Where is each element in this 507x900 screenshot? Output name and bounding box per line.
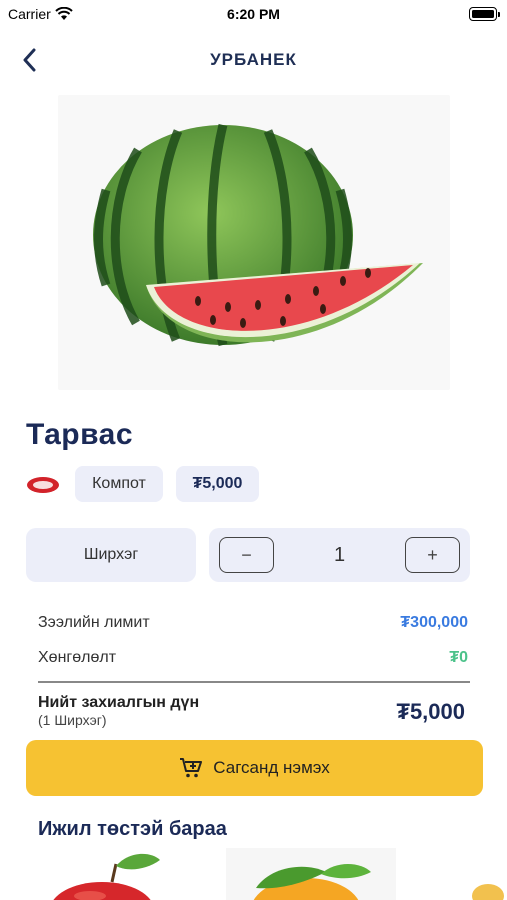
similar-products-title: Ижил төстэй бараа	[38, 818, 227, 840]
fruit-image	[472, 884, 504, 900]
discount-label: Хөнгөлөлт	[38, 649, 117, 666]
brand-logo	[27, 477, 59, 493]
battery-icon	[469, 7, 500, 21]
category-chip[interactable]: Компот	[75, 466, 163, 502]
status-time: 6:20 PM	[227, 6, 280, 22]
total-label: Нийт захиалгын дүн	[38, 694, 200, 711]
credit-limit-value: ₮300,000	[400, 614, 468, 631]
similar-product-card[interactable]	[468, 848, 507, 900]
similar-product-card[interactable]	[42, 848, 212, 900]
discount-value: ₮0	[449, 649, 468, 666]
navigation-bar: УРБАНЕК	[0, 40, 507, 80]
increase-quantity-button[interactable]: +	[405, 537, 460, 573]
discount-row: Хөнгөлөлт ₮0	[38, 649, 468, 667]
total-quantity-note: (1 Ширхэг)	[38, 712, 107, 728]
unit-selector[interactable]: Ширхэг	[26, 528, 196, 582]
apple-image	[53, 853, 160, 900]
cart-plus-icon	[180, 758, 203, 778]
watermelon-image	[93, 123, 423, 347]
add-to-cart-label: Сагсанд нэмэх	[213, 758, 330, 777]
add-to-cart-button[interactable]: Сагсанд нэмэх	[26, 740, 483, 796]
similar-product-card[interactable]	[226, 848, 396, 900]
total-value: ₮5,000	[396, 699, 466, 724]
product-title: Тарвас	[26, 418, 134, 451]
summary-divider	[38, 681, 470, 683]
status-bar: Carrier 6:20 PM	[0, 0, 507, 30]
credit-limit-row: Зээлийн лимит ₮300,000	[38, 614, 468, 632]
quantity-stepper: − 1 +	[209, 528, 470, 582]
page-title: УРБАНЕК	[210, 50, 297, 69]
credit-limit-label: Зээлийн лимит	[38, 614, 150, 631]
orange-image	[253, 864, 371, 900]
price-chip: ₮5,000	[176, 466, 259, 502]
product-image	[58, 95, 450, 390]
